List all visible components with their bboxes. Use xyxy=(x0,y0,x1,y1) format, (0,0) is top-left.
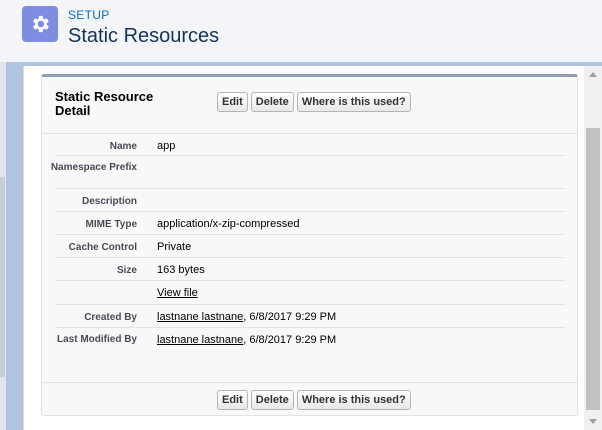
left-scrollbar[interactable] xyxy=(0,62,6,430)
setup-breadcrumb[interactable]: SETUP xyxy=(68,8,110,22)
scroll-up-icon[interactable] xyxy=(589,72,597,77)
static-resource-detail-card: Static Resource Detail Edit Delete Where… xyxy=(41,74,578,416)
scroll-down-icon[interactable] xyxy=(589,419,597,424)
field-row-last-modified-by: Last Modified By lastnane lastnane, 6/8/… xyxy=(42,328,577,361)
field-label: Namespace Prefix xyxy=(50,162,137,173)
created-date: , 6/8/2017 9:29 PM xyxy=(243,311,337,323)
top-button-bar: Edit Delete Where is this used? xyxy=(217,92,411,112)
edit-button[interactable]: Edit xyxy=(217,390,248,410)
field-row-created-by: Created By lastnane lastnane, 6/8/2017 9… xyxy=(42,305,577,328)
gear-icon xyxy=(22,6,58,42)
delete-button[interactable]: Delete xyxy=(250,92,294,112)
last-modified-date: , 6/8/2017 9:29 PM xyxy=(243,334,337,346)
left-scrollbar-thumb[interactable] xyxy=(0,177,5,377)
field-value-last-modified-by: lastnane lastnane, 6/8/2017 9:29 PM xyxy=(157,334,336,346)
footer-divider xyxy=(42,382,577,383)
vertical-scrollbar[interactable] xyxy=(584,66,602,430)
field-label: Last Modified By xyxy=(56,334,137,345)
view-file-link[interactable]: View file xyxy=(157,287,198,299)
last-modified-user-link[interactable]: lastnane lastnane xyxy=(157,334,243,346)
scrollbar-thumb[interactable] xyxy=(586,128,600,410)
field-value-size: 163 bytes xyxy=(157,264,205,276)
delete-button[interactable]: Delete xyxy=(250,390,294,410)
edit-button[interactable]: Edit xyxy=(217,92,248,112)
field-value-name: app xyxy=(157,140,176,152)
field-row-view-file: View file xyxy=(42,281,577,305)
field-label: Created By xyxy=(84,312,137,323)
field-row-size: Size 163 bytes xyxy=(42,258,577,281)
bottom-button-bar: Edit Delete Where is this used? xyxy=(217,390,411,410)
field-label: Description xyxy=(81,196,137,207)
field-label: Size xyxy=(116,265,137,276)
created-by-user-link[interactable]: lastnane lastnane xyxy=(157,311,243,323)
field-row-mime-type: MIME Type application/x-zip-compressed xyxy=(42,212,577,235)
field-row-namespace-prefix: Namespace Prefix xyxy=(42,156,577,189)
detail-table: Name app Namespace Prefix Description MI… xyxy=(42,133,577,361)
field-value-created-by: lastnane lastnane, 6/8/2017 9:29 PM xyxy=(157,311,336,323)
field-row-name: Name app xyxy=(42,134,577,156)
field-label: MIME Type xyxy=(85,219,137,230)
card-title: Static Resource Detail xyxy=(55,89,154,118)
field-value-cache-control: Private xyxy=(157,241,192,253)
page-header: SETUP Static Resources xyxy=(0,0,602,62)
field-label: Cache Control xyxy=(68,242,137,253)
field-value-mime-type: application/x-zip-compressed xyxy=(157,218,300,230)
where-used-button[interactable]: Where is this used? xyxy=(296,390,411,410)
field-row-cache-control: Cache Control Private xyxy=(42,235,577,258)
where-used-button[interactable]: Where is this used? xyxy=(296,92,411,112)
field-label: Name xyxy=(109,141,137,152)
field-row-description: Description xyxy=(42,189,577,212)
page-title: Static Resources xyxy=(68,25,220,47)
